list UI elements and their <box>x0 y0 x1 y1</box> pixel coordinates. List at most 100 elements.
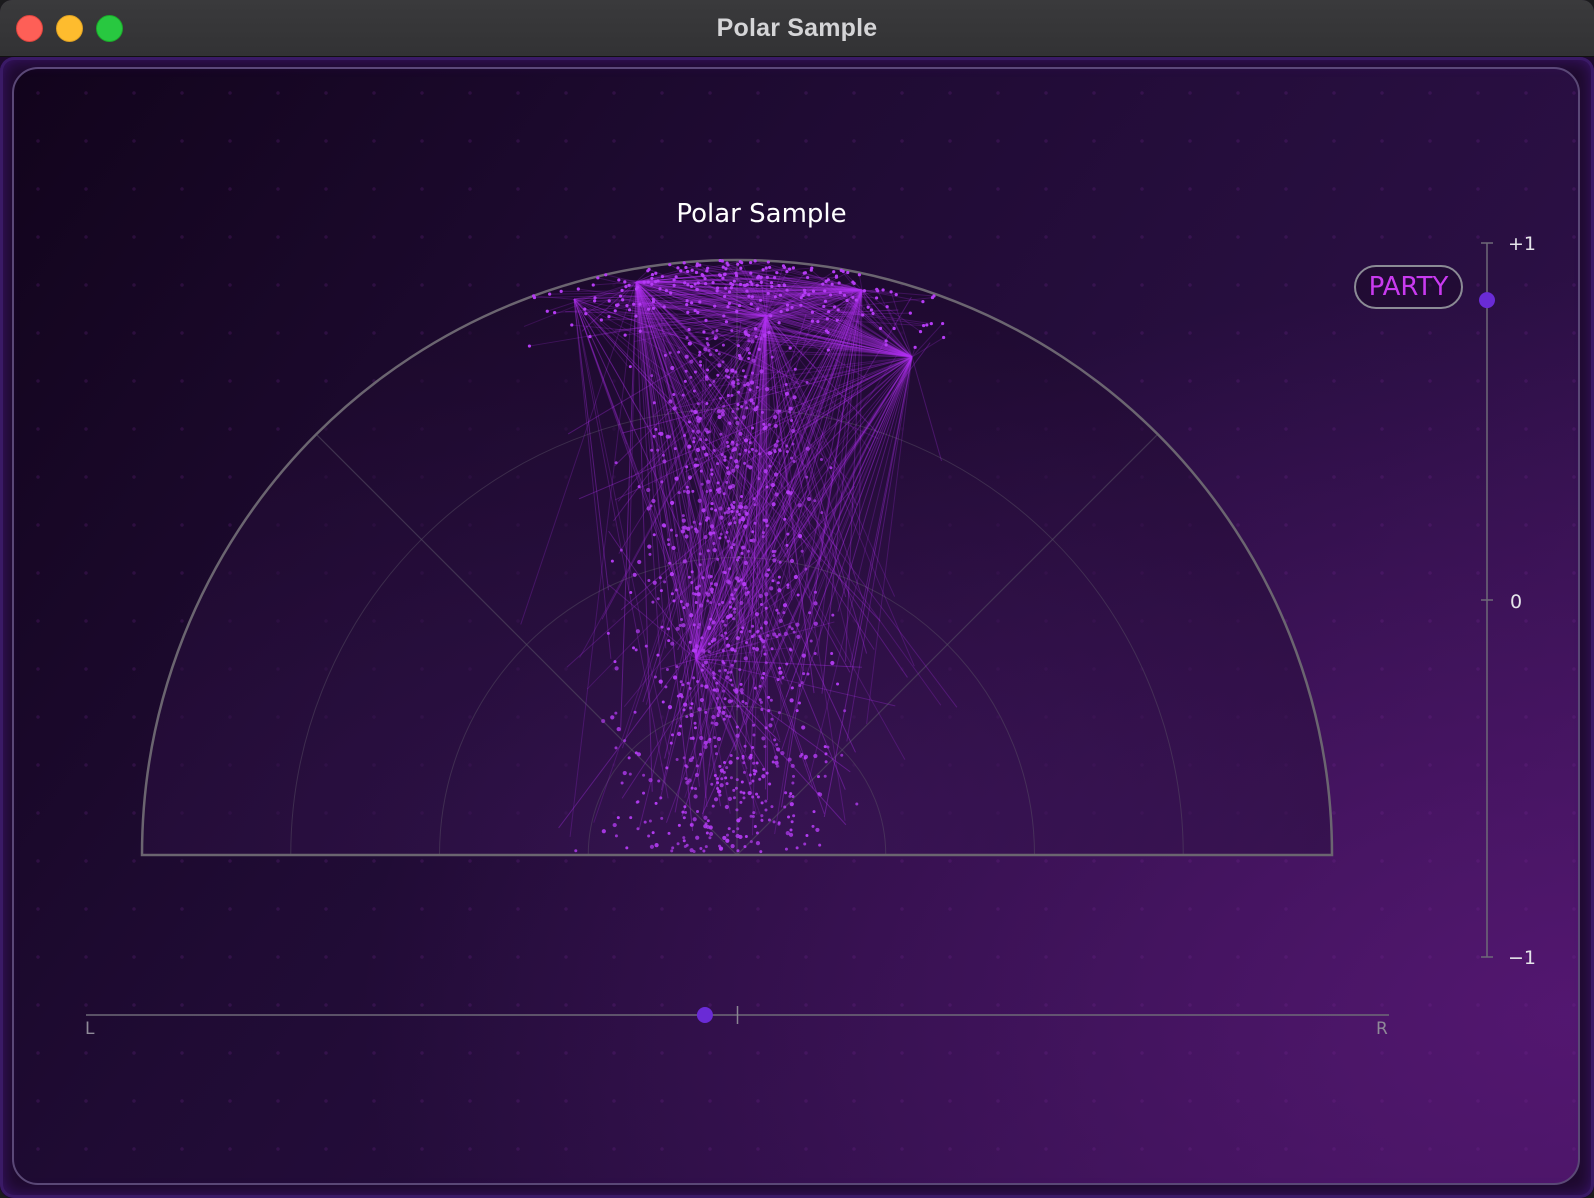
sample-dot <box>799 303 803 307</box>
sample-dot <box>684 354 689 359</box>
sample-dot <box>746 464 750 468</box>
sample-dot <box>930 295 935 300</box>
sample-dot <box>744 448 748 452</box>
sample-dot <box>716 409 722 414</box>
sample-dot <box>775 747 781 752</box>
sample-dot <box>739 800 743 804</box>
sample-dot <box>614 834 618 838</box>
meter-knob[interactable] <box>1479 292 1495 309</box>
slider-knob[interactable] <box>696 1007 713 1023</box>
sample-dot <box>721 689 725 693</box>
sample-dot <box>698 360 702 364</box>
sample-dot <box>729 753 733 757</box>
sample-dot <box>710 590 714 594</box>
sample-dot <box>654 843 659 848</box>
sample-dot <box>695 429 701 434</box>
sample-dot <box>773 755 779 760</box>
sample-dot <box>790 686 794 690</box>
sample-dot <box>694 772 700 778</box>
sample-dot <box>688 686 692 690</box>
sample-dot <box>780 750 785 756</box>
balance-slider[interactable] <box>86 1006 1389 1024</box>
vertical-meter[interactable] <box>1479 242 1495 958</box>
sample-dot <box>792 459 796 463</box>
sample-dot <box>789 491 793 495</box>
sample-dot <box>832 270 836 274</box>
sample-dot <box>647 834 651 838</box>
sample-dot <box>731 448 735 452</box>
sample-dot <box>695 835 700 840</box>
sample-dot <box>745 406 749 410</box>
sample-dot <box>675 626 680 631</box>
sample-dot <box>713 774 717 778</box>
sample-dot <box>824 279 828 283</box>
sample-dot <box>658 287 662 291</box>
sample-dot <box>866 305 870 309</box>
sample-dot <box>881 288 885 292</box>
sample-dot <box>776 678 780 682</box>
sample-dot <box>830 660 835 666</box>
sample-dot <box>759 850 763 854</box>
sample-dot <box>689 706 693 710</box>
title-bar[interactable]: Polar Sample <box>0 0 1594 57</box>
sample-dot <box>707 625 712 630</box>
sample-dot <box>862 289 867 293</box>
sample-dot <box>736 407 740 411</box>
sample-dot <box>791 442 795 446</box>
sample-dot <box>776 611 780 615</box>
sample-dot <box>747 294 751 298</box>
sample-dot <box>753 327 758 331</box>
sample-dot <box>709 488 713 492</box>
sample-dot <box>773 450 777 454</box>
sample-dot <box>716 712 720 716</box>
sample-dot <box>726 263 730 267</box>
sample-dot <box>790 428 795 434</box>
sample-dot <box>751 815 755 819</box>
sample-dot <box>698 350 702 354</box>
sample-dot <box>731 440 735 444</box>
sample-dot <box>740 780 744 784</box>
sample-dot <box>620 288 624 293</box>
sample-dot <box>710 507 714 511</box>
sample-dot <box>625 303 629 308</box>
sample-dot <box>769 281 774 285</box>
sample-dot <box>778 293 783 297</box>
sample-dot <box>646 280 650 284</box>
sample-dot <box>826 745 830 749</box>
sample-dot <box>819 457 823 461</box>
sample-dot <box>720 634 724 638</box>
sample-dot <box>698 563 702 567</box>
sample-dot <box>773 295 777 299</box>
sample-dot <box>697 707 702 712</box>
sample-dot <box>792 630 796 634</box>
sample-dot <box>669 528 673 532</box>
sample-dot <box>681 623 686 628</box>
sample-dot <box>628 772 632 776</box>
sample-dot <box>680 617 684 621</box>
sample-dot <box>642 791 646 795</box>
sample-dot <box>688 757 693 763</box>
sample-dot <box>811 824 815 828</box>
sample-dot <box>729 286 733 290</box>
sample-dot <box>768 464 772 468</box>
sample-dot <box>724 631 728 635</box>
sample-dot <box>829 466 833 470</box>
sample-dot <box>764 799 768 803</box>
sample-dot <box>694 787 698 791</box>
sample-dot <box>810 266 814 270</box>
sample-dot <box>759 700 763 704</box>
sample-dot <box>773 738 777 742</box>
sample-dot <box>763 745 767 749</box>
sample-dot <box>730 368 735 373</box>
party-button[interactable]: PARTY <box>1354 265 1463 309</box>
sample-dot <box>750 295 754 299</box>
sample-dot <box>704 822 708 826</box>
sample-dot <box>721 360 725 364</box>
sample-dot <box>687 444 692 449</box>
sample-dot <box>731 597 735 601</box>
sample-dot <box>758 777 762 781</box>
sample-dot <box>672 675 678 680</box>
sample-dot <box>663 580 667 584</box>
sample-dot <box>667 639 671 643</box>
sample-dot <box>791 266 796 270</box>
